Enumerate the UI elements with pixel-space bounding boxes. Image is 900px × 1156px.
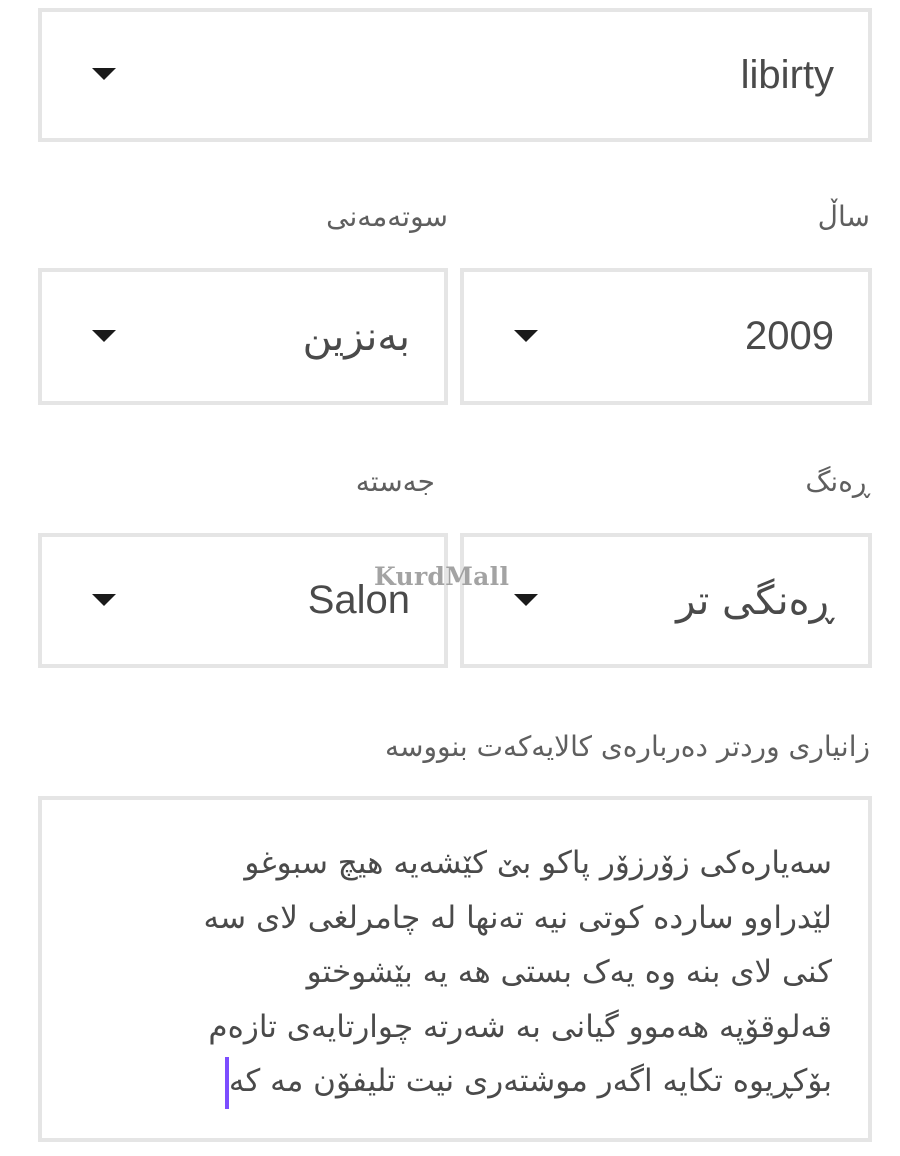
caret-down-icon [514,329,538,342]
color-label: ڕەنگ [805,465,870,498]
description-line: سەیارەکی زۆرزۆر پاکو بێ کێشەیە هیچ سبوغو [244,845,832,881]
year-select[interactable]: 2009 [460,268,872,405]
caret-down-icon [92,593,116,606]
year-select-value: 2009 [745,314,834,358]
description-last-line: بۆکڕیوە تکایە اگەر موشتەری نیت تلیفۆن مە… [62,1054,832,1109]
body-label: جەستە [355,465,435,498]
description-label: زانیاری وردتر دەربارەی کالایەکەت بنووسە [385,730,870,763]
fuel-label: سوتەمەنی [326,200,448,233]
color-select-value: ڕەنگی تر [676,577,834,624]
brand-select[interactable]: libirty [38,8,872,142]
body-select-value: Salon [307,578,410,622]
description-line: بۆکڕیوە تکایە اگەر موشتەری نیت تلیفۆن مە… [228,1063,832,1099]
brand-select-value: libirty [740,52,834,97]
description-textarea[interactable]: سەیارەکی زۆرزۆر پاکو بێ کێشەیە هیچ سبوغو… [38,796,872,1142]
description-text: سەیارەکی زۆرزۆر پاکو بێ کێشەیە هیچ سبوغو… [62,836,832,1109]
body-select[interactable]: Salon [38,533,448,668]
description-line: قەلوقۆپە هەموو گیانی بە شەرتە چوارتایەی … [208,1008,832,1045]
year-label: ساڵ [817,200,870,233]
description-line: کنی لای بنە وە یەک بستی هە یە بێشوختو [306,954,832,990]
color-select[interactable]: ڕەنگی تر [460,533,872,668]
fuel-select-value: بەنزین [302,313,410,360]
caret-down-icon [514,593,538,606]
caret-down-icon [92,68,116,80]
fuel-select[interactable]: بەنزین [38,268,448,405]
watermark: KurdMall [374,562,510,591]
caret-down-icon [92,329,116,342]
description-line: لێدراوو ساردە کوتی نیە تەنها لە چامرلغی … [203,899,832,936]
